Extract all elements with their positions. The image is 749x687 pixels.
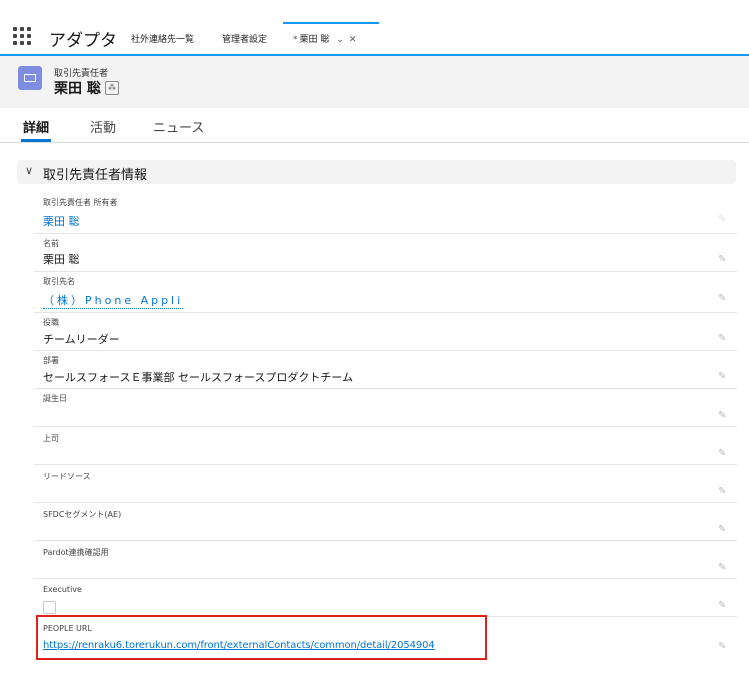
- field-label: 役職: [43, 318, 59, 327]
- field-label: 誕生日: [43, 394, 67, 403]
- app-launcher-icon[interactable]: [13, 27, 31, 45]
- tab-details[interactable]: 詳細: [20, 117, 52, 142]
- field-label: Executive: [43, 585, 82, 594]
- edit-pencil-icon[interactable]: ✎: [718, 372, 727, 382]
- tab-activity[interactable]: 活動: [90, 117, 116, 136]
- edit-pencil-icon[interactable]: ✎: [718, 601, 727, 611]
- field-label: PEOPLE URL: [43, 624, 92, 633]
- edit-pencil-icon[interactable]: ✎: [718, 642, 727, 652]
- tab-unsaved-marker: *: [293, 35, 298, 45]
- edit-pencil-icon[interactable]: ✎: [718, 294, 727, 304]
- field-label: 取引先責任者 所有者: [43, 198, 118, 207]
- record-subtabs: 詳細 活動 ニュース: [0, 108, 749, 143]
- field-lead-source: リードソース ✎: [34, 465, 737, 503]
- chevron-down-icon: ∨: [25, 164, 34, 177]
- field-people-url: PEOPLE URL https://renraku6.torerukun.co…: [34, 617, 737, 657]
- field-account-name: 取引先名 （株）Phone Appli ✎: [34, 272, 737, 313]
- field-label: 名前: [43, 239, 59, 248]
- tab-external-contacts[interactable]: 社外連絡先一覧: [131, 32, 194, 45]
- field-value-owner-link[interactable]: 栗田 聡: [43, 213, 80, 229]
- field-label: SFDCセグメント(AE): [43, 510, 122, 519]
- field-value: セールスフォースＥ事業部 セールスフォースプロダクトチーム: [43, 371, 354, 384]
- hierarchy-icon[interactable]: ⁂: [105, 81, 119, 95]
- field-value: 栗田 聡: [43, 253, 80, 266]
- field-birthdate: 誕生日 ✎: [34, 389, 737, 427]
- record-header: 取引先責任者 栗田 聡 ⁂: [0, 56, 749, 108]
- people-url-link[interactable]: https://renraku6.torerukun.com/front/ext…: [43, 640, 435, 651]
- section-title: 取引先責任者情報: [43, 168, 148, 183]
- edit-pencil-icon[interactable]: ✎: [718, 334, 727, 344]
- contact-object-icon: [18, 66, 42, 90]
- section-header-contact-info[interactable]: ∨ 取引先責任者情報: [17, 160, 736, 184]
- field-label: Pardot連携確認用: [43, 548, 109, 557]
- tab-news[interactable]: ニュース: [153, 117, 204, 136]
- field-value-account-link[interactable]: （株）Phone Appli: [43, 292, 184, 309]
- field-label: 上司: [43, 434, 59, 443]
- field-value: チームリーダー: [43, 333, 120, 346]
- field-label: 取引先名: [43, 277, 75, 286]
- field-owner: 取引先責任者 所有者 栗田 聡 ✎: [34, 193, 737, 234]
- edit-pencil-icon[interactable]: ✎: [718, 449, 727, 459]
- tab-record-label: 栗田 聡: [299, 35, 330, 45]
- field-name: 名前 栗田 聡 ✎: [34, 234, 737, 272]
- change-owner-icon[interactable]: ✎: [718, 215, 727, 225]
- app-navigation-bar: アダプタ 社外連絡先一覧 管理者設定 * 栗田 聡 ⌄ ✕: [0, 22, 749, 56]
- edit-pencil-icon[interactable]: ✎: [718, 411, 727, 421]
- app-name: アダプタ: [49, 31, 117, 51]
- edit-pencil-icon[interactable]: ✎: [718, 563, 727, 573]
- tab-record-kurita[interactable]: * 栗田 聡 ⌄ ✕: [283, 22, 379, 54]
- executive-checkbox[interactable]: [43, 601, 56, 614]
- edit-pencil-icon[interactable]: ✎: [718, 525, 727, 535]
- field-department: 部署 セールスフォースＥ事業部 セールスフォースプロダクトチーム ✎: [34, 351, 737, 389]
- field-label: 部署: [43, 356, 59, 365]
- field-label: リードソース: [43, 472, 91, 481]
- field-title: 役職 チームリーダー ✎: [34, 313, 737, 351]
- edit-pencil-icon[interactable]: ✎: [718, 487, 727, 497]
- tab-admin-settings[interactable]: 管理者設定: [222, 32, 267, 45]
- field-executive: Executive ✎: [34, 579, 737, 617]
- field-sfdc-segment: SFDCセグメント(AE) ✎: [34, 503, 737, 541]
- chevron-down-icon[interactable]: ⌄: [336, 35, 344, 45]
- close-icon[interactable]: ✕: [349, 35, 357, 45]
- field-pardot-check: Pardot連携確認用 ✎: [34, 541, 737, 579]
- record-name: 栗田 聡: [54, 81, 101, 97]
- field-reports-to: 上司 ✎: [34, 427, 737, 465]
- edit-pencil-icon[interactable]: ✎: [718, 255, 727, 265]
